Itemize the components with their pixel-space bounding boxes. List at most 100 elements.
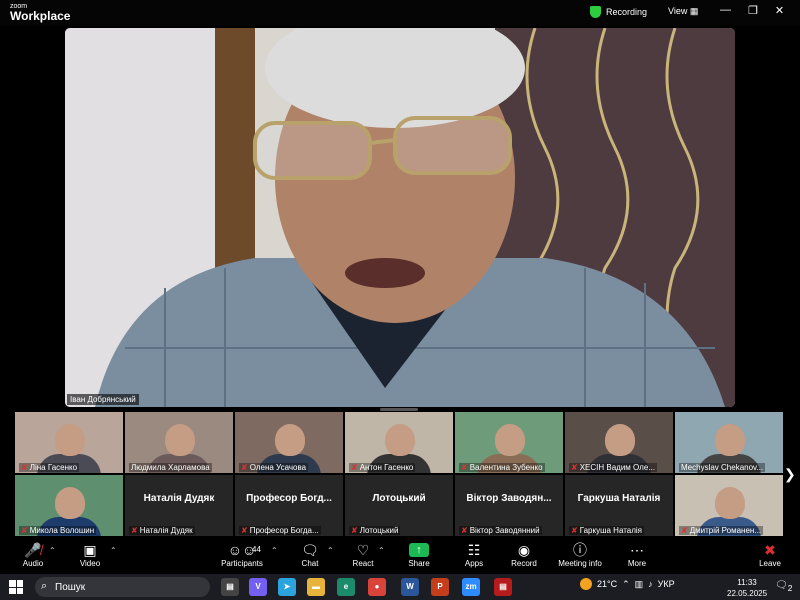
edge-icon[interactable]: e — [337, 578, 355, 596]
participant-name-label: Людмила Харламова — [129, 463, 212, 472]
file-explorer-icon[interactable]: ▬ — [307, 578, 325, 596]
system-tray: 21°C ⌃ ▥ ♪ УКР — [580, 578, 675, 590]
participant-display-name: Гаркуша Наталія — [577, 493, 661, 504]
video-caret-icon[interactable]: ⌃ — [110, 546, 117, 555]
mic-muted-icon: ✘ — [571, 526, 578, 535]
mic-muted-icon: ✘ — [461, 463, 468, 472]
mic-muted-icon: ✘ — [21, 463, 28, 472]
participant-tile[interactable]: ✘ Валентина Зубенко — [455, 412, 563, 473]
participant-tile[interactable]: ✘ Ліна Гасенко — [15, 412, 123, 473]
restore-icon[interactable]: ❐ — [748, 4, 758, 17]
search-icon: ⌕ — [41, 580, 48, 592]
participant-name: Лотоцький — [359, 526, 399, 535]
viber-icon[interactable]: V — [249, 578, 267, 596]
participant-face — [55, 424, 85, 456]
participant-tile[interactable]: Професор Богд... ✘ Професор Богда... — [235, 475, 343, 536]
participant-tile[interactable]: ✘ Антон Гасенко — [345, 412, 453, 473]
logo-main-text: Workplace — [10, 9, 71, 23]
participant-tile[interactable]: Mechyslav Chekanov... — [675, 412, 783, 473]
video-label: Video — [79, 559, 101, 568]
taskbar-clock[interactable]: 11:33 22.05.2025 — [727, 577, 767, 599]
participant-name: Гаркуша Наталія — [579, 526, 643, 535]
audio-caret-icon[interactable]: ⌃ — [49, 546, 56, 555]
share-button[interactable]: ↑ Share — [389, 541, 449, 568]
recording-indicator[interactable]: Recording — [590, 6, 647, 18]
volume-icon[interactable]: ♪ — [648, 579, 653, 589]
participants-button[interactable]: ☺☺ 44 Participants — [212, 541, 272, 568]
meeting-info-button[interactable]: ⓘ Meeting info — [550, 541, 610, 568]
search-placeholder: Пошук — [55, 581, 86, 593]
record-label: Record — [511, 559, 537, 568]
window-controls: — ❐ ✕ — [720, 4, 784, 17]
chrome-icon[interactable]: ● — [368, 578, 386, 596]
participant-name-label: ✘ Віктор Заводянний — [459, 526, 542, 535]
more-icon: ⋯ — [630, 542, 644, 558]
powerpoint-icon[interactable]: P — [431, 578, 449, 596]
participant-face — [55, 487, 85, 519]
participant-face — [385, 424, 415, 456]
participant-display-name: Професор Богд... — [246, 493, 332, 504]
participant-tile[interactable]: ✘ Микола Волошин — [15, 475, 123, 536]
weather-temp[interactable]: 21°C — [597, 579, 617, 589]
participant-tile[interactable]: Віктор Заводян... ✘ Віктор Заводянний — [455, 475, 563, 536]
participant-display-name: Віктор Заводян... — [466, 493, 552, 504]
close-icon[interactable]: ✕ — [775, 4, 784, 17]
record-button[interactable]: ◉ Record — [494, 541, 554, 568]
react-caret-icon[interactable]: ⌃ — [378, 546, 385, 555]
main-video[interactable] — [65, 28, 735, 407]
participant-face — [165, 424, 195, 456]
info-icon: ⓘ — [573, 542, 587, 558]
share-screen-icon: ↑ — [409, 543, 429, 557]
clock-time: 11:33 — [737, 578, 757, 587]
more-button[interactable]: ⋯ More — [607, 541, 667, 568]
participant-gallery: ✘ Ліна Гасенко Людмила Харламова ✘ Олена Уса… — [15, 412, 785, 536]
next-page-icon[interactable]: ❯ — [784, 466, 796, 483]
participant-name-label: ✘ Лотоцький — [349, 526, 401, 535]
zoom-taskbar-icon[interactable]: zm — [462, 578, 480, 596]
clock-date: 22.05.2025 — [727, 589, 768, 598]
tray-overflow-icon[interactable]: ⌃ — [622, 579, 630, 590]
participant-tile[interactable]: Гаркуша Наталія ✘ Гаркуша Наталія — [565, 475, 673, 536]
participants-caret-icon[interactable]: ⌃ — [271, 546, 278, 555]
network-icon[interactable]: ▥ — [635, 579, 644, 590]
shield-icon — [590, 6, 601, 18]
task-view-icon[interactable]: ▤ — [221, 578, 239, 596]
notification-icon[interactable]: 🗨2 — [775, 580, 792, 593]
leave-button[interactable]: ✖ Leave — [740, 541, 800, 568]
taskbar-search[interactable]: ⌕ Пошук — [35, 577, 210, 597]
participant-tile[interactable]: ✘ Дмитрій Романен... — [675, 475, 783, 536]
participant-name-label: ✘ Ліна Гасенко — [19, 463, 80, 472]
zoom-logo: zoom Workplace — [10, 3, 70, 22]
participant-face — [715, 487, 745, 519]
participant-display-name: Лотоцький — [372, 493, 426, 504]
participant-name-label: ✘ Професор Богда... — [239, 526, 321, 535]
react-label: React — [352, 559, 374, 568]
mic-muted-icon: ✘ — [681, 526, 688, 535]
participant-tile[interactable]: Людмила Харламова — [125, 412, 233, 473]
participant-name: Віктор Заводянний — [469, 526, 540, 535]
speaker-name: Іван Добрянський — [67, 394, 139, 405]
telegram-icon[interactable]: ➤ — [278, 578, 296, 596]
participant-name: Микола Волошин — [29, 526, 95, 535]
word-icon[interactable]: W — [401, 578, 419, 596]
view-button[interactable]: View ▦ — [668, 6, 698, 17]
participant-tile[interactable]: ✘ Олена Усачова — [235, 412, 343, 473]
windows-start-icon[interactable] — [9, 580, 23, 594]
more-label: More — [627, 559, 647, 568]
participant-tile[interactable]: Лотоцький ✘ Лотоцький — [345, 475, 453, 536]
mic-muted-icon: ✘ — [241, 463, 248, 472]
minimize-icon[interactable]: — — [720, 4, 731, 17]
resize-handle[interactable] — [380, 408, 418, 411]
windows-taskbar: ⌕ Пошук ▤ V ➤ ▬ e ● W P zm ▤ 21°C ⌃ ▥ ♪ … — [0, 574, 800, 600]
pdf-reader-icon[interactable]: ▤ — [494, 578, 512, 596]
participant-tile[interactable]: Наталія Дудяк ✘ Наталія Дудяк — [125, 475, 233, 536]
participant-name-label: ✘ Олена Усачова — [239, 463, 309, 472]
participant-tile[interactable]: ✘ ХЕСІН Вадим Оле... — [565, 412, 673, 473]
participant-name: ХЕСІН Вадим Оле... — [579, 463, 655, 472]
participant-face — [605, 424, 635, 456]
participant-display-name: Наталія Дудяк — [143, 493, 215, 504]
participant-name-label: ✘ Валентина Зубенко — [459, 463, 545, 472]
participant-name: Антон Гасенко — [359, 463, 414, 472]
language-indicator[interactable]: УКР — [658, 579, 675, 589]
participant-face — [715, 424, 745, 456]
